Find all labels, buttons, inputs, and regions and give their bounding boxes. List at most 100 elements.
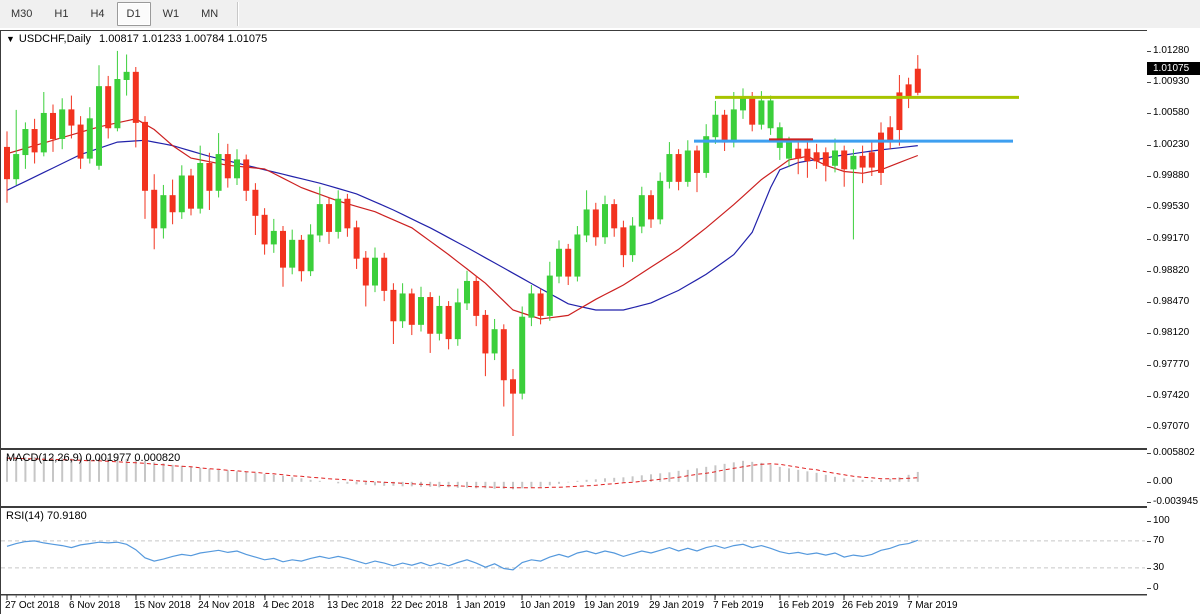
date-label: 22 Dec 2018	[391, 600, 448, 611]
symbol-dropdown-icon[interactable]: ▼	[6, 34, 15, 44]
date-label: 24 Nov 2018	[198, 600, 255, 611]
rsi-chart-canvas[interactable]	[1, 508, 1145, 592]
axis-label: 1.00230	[1153, 139, 1189, 150]
candle-body	[161, 196, 166, 228]
candle-body	[741, 97, 746, 110]
axis-label: -0.003945	[1153, 496, 1198, 507]
candle-body	[133, 72, 138, 122]
candle-body	[511, 380, 516, 393]
price-axis-column[interactable]: 1.012801.009301.005801.002300.998800.995…	[1147, 30, 1200, 614]
candle-body	[547, 276, 552, 315]
candle-body	[639, 196, 644, 226]
axis-label: 0.97770	[1153, 359, 1189, 370]
axis-label: 0.98120	[1153, 327, 1189, 338]
candle-body	[51, 113, 56, 138]
candle-body	[833, 151, 838, 165]
candle-body	[759, 101, 764, 124]
candle-body	[483, 315, 488, 353]
candle-body	[345, 199, 350, 228]
candle-body	[244, 160, 249, 190]
candle-body	[593, 210, 598, 237]
timeframe-button-d1[interactable]: D1	[117, 2, 151, 26]
date-label: 1 Jan 2019	[456, 600, 506, 611]
candle-body	[492, 330, 497, 353]
candle-body	[823, 153, 828, 166]
timeframe-button-w1[interactable]: W1	[153, 2, 190, 26]
chart-area: ▼USDCHF,Daily1.00817 1.01233 1.00784 1.0…	[0, 28, 1200, 614]
date-label: 15 Nov 2018	[134, 600, 191, 611]
date-label: 26 Feb 2019	[842, 600, 898, 611]
timeframe-toolbar: M30H1H4D1W1MN	[0, 0, 1200, 29]
price-chart-canvas[interactable]	[1, 31, 1145, 446]
candle-body	[501, 330, 506, 380]
candle-body	[777, 128, 782, 148]
axis-label: 0.97420	[1153, 390, 1189, 401]
candle-body	[391, 290, 396, 320]
candle-body	[667, 155, 672, 182]
candle-body	[566, 249, 571, 276]
candle-body	[262, 215, 267, 244]
axis-label: 0	[1153, 582, 1159, 593]
candle-body	[41, 113, 46, 151]
timeframe-button-h1[interactable]: H1	[44, 2, 78, 26]
candle-body	[290, 240, 295, 267]
candle-body	[124, 72, 129, 79]
candle-body	[584, 210, 589, 235]
candle-body	[198, 163, 203, 208]
axis-label: 1.01280	[1153, 45, 1189, 56]
date-label: 27 Oct 2018	[5, 600, 59, 611]
metatrader-window: M30H1H4D1W1MN ▼USDCHF,Daily1.00817 1.012…	[0, 0, 1200, 614]
candle-body	[382, 258, 387, 290]
axis-label: 0.99530	[1153, 201, 1189, 212]
date-axis[interactable]: 27 Oct 20186 Nov 201815 Nov 201824 Nov 2…	[0, 595, 1147, 614]
axis-label: 1.00930	[1153, 76, 1189, 87]
candle-body	[419, 298, 424, 325]
candle-body	[879, 133, 884, 172]
timeframe-button-mn[interactable]: MN	[191, 2, 228, 26]
axis-label: 1.00580	[1153, 107, 1189, 118]
timeframe-button-m30[interactable]: M30	[1, 2, 42, 26]
candle-body	[603, 205, 608, 237]
candle-body	[179, 176, 184, 212]
symbol-label: USDCHF,Daily	[19, 33, 91, 45]
rsi-label: RSI(14) 70.9180	[6, 510, 87, 522]
candle-body	[906, 85, 911, 96]
macd-pane: MACD(12,26,9) 0.001977 0.000820	[0, 449, 1148, 507]
candle-body	[787, 143, 792, 158]
candle-body	[713, 115, 718, 136]
axis-label: 0.99170	[1153, 233, 1189, 244]
candle-body	[253, 190, 258, 215]
date-label: 13 Dec 2018	[327, 600, 384, 611]
candle-body	[207, 163, 212, 190]
candle-body	[115, 80, 120, 128]
candle-body	[915, 69, 920, 92]
timeframe-button-h4[interactable]: H4	[80, 2, 114, 26]
candle-body	[621, 228, 626, 255]
date-label: 4 Dec 2018	[263, 600, 314, 611]
candle-body	[87, 119, 92, 158]
candle-body	[428, 298, 433, 334]
candle-body	[851, 156, 856, 169]
candle-body	[612, 205, 617, 228]
candle-body	[722, 115, 727, 142]
candle-body	[78, 125, 83, 158]
candle-body	[409, 294, 414, 324]
candle-body	[796, 149, 801, 158]
candle-body	[281, 231, 286, 267]
candle-body	[455, 303, 460, 339]
candle-body	[695, 151, 700, 172]
candle-body	[373, 258, 378, 285]
candle-body	[327, 205, 332, 232]
candle-body	[299, 240, 304, 270]
candle-body	[170, 196, 175, 212]
date-label: 7 Mar 2019	[907, 600, 958, 611]
toolbar-separator	[237, 2, 239, 26]
candle-body	[235, 160, 240, 178]
candle-body	[143, 122, 148, 190]
price-pane: ▼USDCHF,Daily1.00817 1.01233 1.00784 1.0…	[0, 30, 1148, 449]
candle-body	[437, 306, 442, 333]
axis-label: 100	[1153, 515, 1170, 526]
candle-body	[685, 151, 690, 181]
candle-body	[731, 110, 736, 142]
rsi-pane: RSI(14) 70.9180	[0, 507, 1148, 595]
